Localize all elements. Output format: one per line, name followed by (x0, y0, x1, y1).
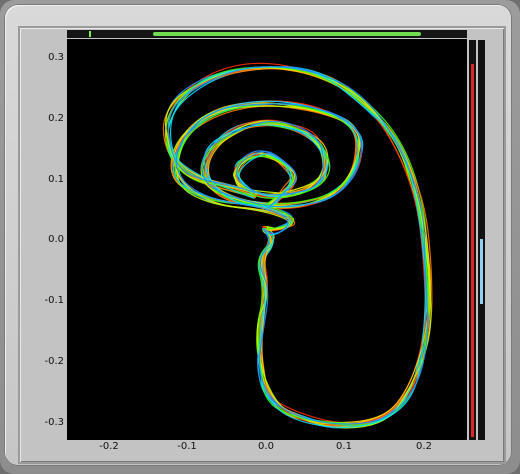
y-tick-label: -0.2 (44, 356, 64, 367)
x-tick-label: 0.1 (336, 441, 352, 452)
y-tick-label: -0.3 (44, 417, 64, 428)
x-tick-label: 0.2 (416, 441, 432, 452)
right-level-fill (480, 239, 483, 304)
x-tick-label: -0.1 (177, 441, 197, 452)
y-tick-label: 0.1 (48, 174, 64, 185)
left-level-meter[interactable] (469, 40, 476, 440)
timeline-range[interactable] (153, 32, 421, 36)
y-tick-label: 0.0 (48, 234, 64, 245)
right-level-meter[interactable] (478, 40, 485, 440)
y-tick-label: 0.2 (48, 113, 64, 124)
x-tick-label: 0.0 (258, 441, 274, 452)
left-level-fill (471, 64, 474, 437)
timeline-bar[interactable] (67, 30, 467, 38)
trajectory-plot (67, 39, 467, 440)
timeline-playhead[interactable] (89, 31, 91, 37)
trajectory-trace (167, 66, 428, 427)
x-tick-label: -0.2 (99, 441, 119, 452)
y-tick-label: 0.3 (48, 52, 64, 63)
trajectory-trace (165, 67, 433, 428)
y-tick-label: -0.1 (44, 295, 64, 306)
